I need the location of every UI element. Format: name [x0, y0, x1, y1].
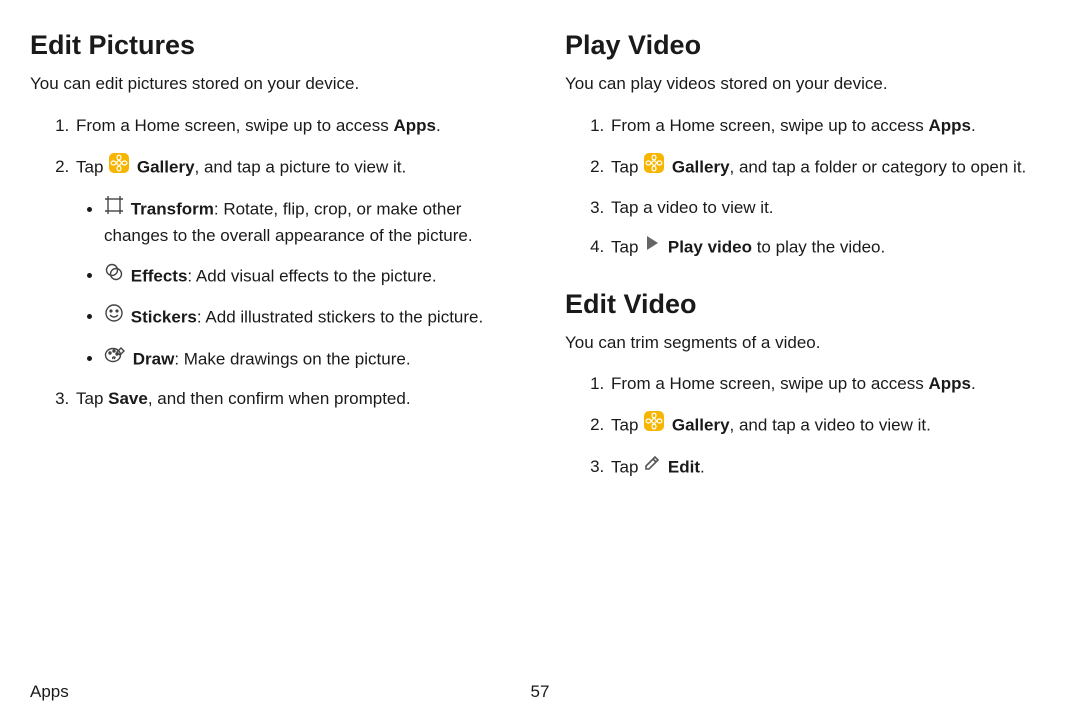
transform-icon — [104, 195, 124, 223]
effects-icon — [104, 262, 124, 290]
heading-edit-pictures: Edit Pictures — [30, 30, 515, 61]
footer-section: Apps — [30, 682, 69, 702]
left-column: Edit Pictures You can edit pictures stor… — [30, 30, 515, 494]
list-item: Transform: Rotate, flip, crop, or make o… — [104, 196, 515, 248]
right-column: Play Video You can play videos stored on… — [565, 30, 1050, 494]
list-item: Effects: Add visual effects to the pictu… — [104, 263, 515, 291]
list-item: Tap Gallery, and tap a folder or categor… — [609, 153, 1050, 183]
intro-edit-pictures: You can edit pictures stored on your dev… — [30, 73, 515, 96]
list-item: From a Home screen, swipe up to access A… — [609, 372, 1050, 397]
list-item: Tap Play video to play the video. — [609, 235, 1050, 261]
intro-play-video: You can play videos stored on your devic… — [565, 73, 1050, 96]
gallery-icon — [108, 152, 130, 182]
list-item: Tap a video to view it. — [609, 196, 1050, 221]
list-item: Draw: Make drawings on the picture. — [104, 346, 515, 374]
gallery-icon — [643, 152, 665, 182]
list-item: Tap Gallery, and tap a video to view it. — [609, 411, 1050, 441]
intro-edit-video: You can trim segments of a video. — [565, 332, 1050, 355]
gallery-icon — [643, 410, 665, 440]
list-item: Stickers: Add illustrated stickers to th… — [104, 304, 515, 332]
heading-play-video: Play Video — [565, 30, 1050, 61]
list-item: Tap Edit. — [609, 455, 1050, 481]
stickers-icon — [104, 303, 124, 331]
page-footer: Apps 57 — [30, 682, 1050, 702]
heading-edit-video: Edit Video — [565, 289, 1050, 320]
footer-page-number: 57 — [531, 682, 550, 702]
sublist-edit-tools: Transform: Rotate, flip, crop, or make o… — [76, 196, 515, 373]
list-item: Tap Save, and then confirm when prompted… — [74, 387, 515, 412]
steps-edit-video: From a Home screen, swipe up to access A… — [565, 372, 1050, 480]
play-icon — [643, 234, 661, 260]
steps-play-video: From a Home screen, swipe up to access A… — [565, 114, 1050, 261]
list-item: Tap Gallery, and tap a picture to view i… — [74, 153, 515, 374]
edit-icon — [643, 454, 661, 480]
steps-edit-pictures: From a Home screen, swipe up to access A… — [30, 114, 515, 412]
draw-icon — [104, 345, 126, 373]
list-item: From a Home screen, swipe up to access A… — [74, 114, 515, 139]
list-item: From a Home screen, swipe up to access A… — [609, 114, 1050, 139]
